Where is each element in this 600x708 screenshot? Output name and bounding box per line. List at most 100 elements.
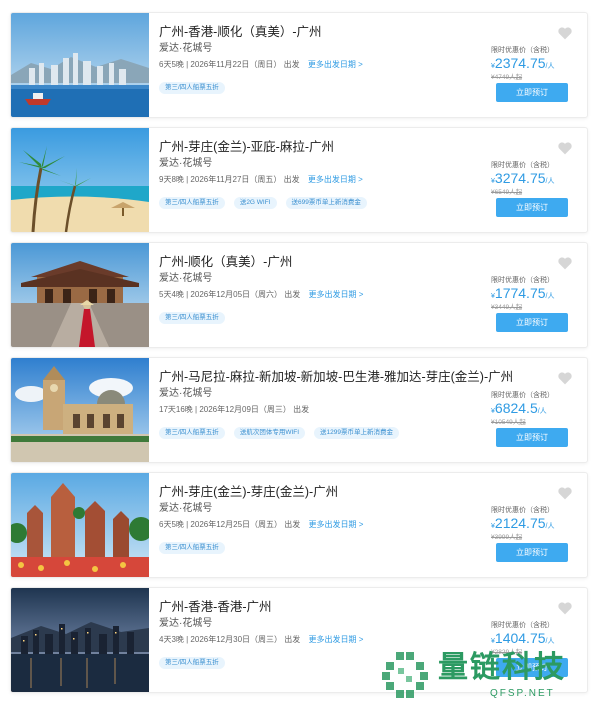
heart-icon[interactable]	[558, 372, 572, 385]
tag-list: 第三/四人船票五折 送航次团体专用WIFI 送1299票币单上新消费金	[159, 421, 459, 439]
heart-icon[interactable]	[558, 27, 572, 40]
promo-tag: 第三/四人船票五折	[159, 82, 225, 94]
schedule-text: 5天4晚 | 2026年12月05日（周六）	[159, 290, 283, 299]
heart-icon[interactable]	[558, 257, 572, 270]
cruise-card[interactable]: 广州-芽庄(金兰)-亚庇-麻拉-广州 爱达·花城号 9天8晚 | 2026年11…	[10, 127, 588, 233]
promo-tag: 送699票币单上新消费金	[285, 197, 367, 209]
cruise-card[interactable]: 广州-马尼拉-麻拉-新加坡-新加坡-巴生港-雅加达-芽庄(金兰)-广州 爱达·花…	[10, 357, 588, 463]
price-amount: 1404.75	[494, 630, 546, 646]
cruise-image-hongkong-harbour[interactable]	[11, 13, 149, 117]
depart-label: 出发	[283, 175, 300, 184]
schedule-line: 4天3晚 | 2026年12月30日（周三） 出发 更多出发日期 >	[159, 635, 459, 645]
price-box: 限时优惠价（含税） ¥6824.5/人 ¥10549人起	[491, 391, 567, 427]
heart-icon[interactable]	[558, 487, 572, 500]
more-dates-link[interactable]: 更多出发日期 >	[308, 175, 363, 184]
heart-icon[interactable]	[558, 142, 572, 155]
original-price: ¥4749人起	[491, 74, 523, 81]
price-amount: 2124.75	[494, 515, 546, 531]
watermark: 量链科技 QFSP.NET	[380, 650, 590, 700]
original-price: ¥10549人起	[491, 419, 526, 426]
more-dates-link[interactable]: 更多出发日期 >	[308, 635, 363, 644]
cruise-image-nhatrang-temple[interactable]	[11, 473, 149, 577]
price-box: 限时优惠价（含税） ¥1774.75/人 ¥3449人起	[491, 276, 567, 312]
tag-list: 第三/四人船票五折	[159, 536, 459, 554]
promo-tag: 第三/四人船票五折	[159, 197, 225, 209]
watermark-text: 量链科技	[438, 651, 566, 684]
schedule-line: 17天16晚 | 2026年12月09日（周三） 出发	[159, 405, 459, 415]
cruise-card[interactable]: 广州-顺化（真美）-广州 爱达·花城号 5天4晚 | 2026年12月05日（周…	[10, 242, 588, 348]
ship-name: 爱达·花城号	[159, 158, 213, 169]
book-now-button[interactable]: 立即预订	[496, 198, 568, 217]
ship-name: 爱达·花城号	[159, 618, 213, 629]
cruise-card[interactable]: 广州-芽庄(金兰)-芽庄(金兰)-广州 爱达·花城号 6天5晚 | 2026年1…	[10, 472, 588, 578]
ship-name: 爱达·花城号	[159, 503, 213, 514]
cruise-list: 广州-香港-顺化（真美）-广州 爱达·花城号 6天5晚 | 2026年11月22…	[10, 12, 588, 702]
ship-name: 爱达·花城号	[159, 273, 213, 284]
promo-tag: 送1299票币单上新消费金	[314, 427, 399, 439]
cruise-image-hongkong-night[interactable]	[11, 588, 149, 692]
schedule-text: 6天5晚 | 2026年11月22日（周日）	[159, 60, 282, 69]
cruise-image-tropical-beach[interactable]	[11, 128, 149, 232]
price-amount: 2374.75	[494, 55, 546, 71]
cruise-title[interactable]: 广州-香港-顺化（真美）-广州	[159, 25, 459, 40]
depart-label: 出发	[283, 60, 300, 69]
schedule-text: 4天3晚 | 2026年12月30日（周三）	[159, 635, 283, 644]
more-dates-link[interactable]: 更多出发日期 >	[308, 290, 363, 299]
watermark-domain: QFSP.NET	[490, 688, 555, 699]
price-amount: 1774.75	[494, 285, 546, 301]
cruise-image-manila-cathedral[interactable]	[11, 358, 149, 462]
tag-list: 第三/四人船票五折	[159, 306, 459, 324]
price: ¥1404.75/人	[491, 630, 555, 646]
schedule-line: 9天8晚 | 2026年11月27日（周五） 出发 更多出发日期 >	[159, 175, 459, 185]
cruise-title[interactable]: 广州-芽庄(金兰)-芽庄(金兰)-广州	[159, 485, 459, 500]
price: ¥3274.75/人	[491, 170, 555, 186]
price: ¥2374.75/人	[491, 55, 555, 71]
price-label: 限时优惠价（含税）	[491, 507, 554, 514]
price: ¥1774.75/人	[491, 285, 555, 301]
tag-list: 第三/四人船票五折 送2G WIFI 送699票币单上新消费金	[159, 191, 459, 209]
price-amount: 6824.5	[494, 400, 538, 416]
book-now-button[interactable]: 立即预订	[496, 543, 568, 562]
promo-tag: 第三/四人船票五折	[159, 657, 225, 669]
price-amount: 3274.75	[494, 170, 546, 186]
more-dates-link[interactable]: 更多出发日期 >	[308, 60, 363, 69]
schedule-text: 6天5晚 | 2026年12月25日（周五）	[159, 520, 283, 529]
cruise-title[interactable]: 广州-马尼拉-麻拉-新加坡-新加坡-巴生港-雅加达-芽庄(金兰)-广州	[159, 370, 513, 385]
price-box: 限时优惠价（含税） ¥3274.75/人 ¥6549人起	[491, 161, 567, 197]
promo-tag: 第三/四人船票五折	[159, 312, 225, 324]
price-label: 限时优惠价（含税）	[491, 622, 554, 629]
original-price: ¥6549人起	[491, 189, 523, 196]
tag-list: 第三/四人船票五折	[159, 76, 459, 94]
heart-icon[interactable]	[558, 602, 572, 615]
price: ¥6824.5/人	[491, 400, 547, 416]
more-dates-link[interactable]: 更多出发日期 >	[308, 520, 363, 529]
ship-name: 爱达·花城号	[159, 388, 213, 399]
price-box: 限时优惠价（含税） ¥2374.75/人 ¥4749人起	[491, 46, 567, 82]
schedule-line: 6天5晚 | 2026年11月22日（周日） 出发 更多出发日期 >	[159, 60, 459, 70]
cruise-title[interactable]: 广州-香港-香港-广州	[159, 600, 459, 615]
schedule-line: 6天5晚 | 2026年12月25日（周五） 出发 更多出发日期 >	[159, 520, 459, 530]
book-now-button[interactable]: 立即预订	[496, 313, 568, 332]
promo-tag: 送2G WIFI	[233, 197, 277, 209]
book-now-button[interactable]: 立即预订	[496, 83, 568, 102]
promo-tag: 第三/四人船票五折	[159, 542, 225, 554]
watermark-logo-icon	[382, 652, 428, 698]
price-box: 限时优惠价（含税） ¥2124.75/人 ¥3999人起	[491, 506, 567, 542]
promo-tag: 第三/四人船票五折	[159, 427, 225, 439]
price-label: 限时优惠价（含税）	[491, 392, 554, 399]
price-label: 限时优惠价（含税）	[491, 277, 554, 284]
price-label: 限时优惠价（含税）	[491, 47, 554, 54]
cruise-image-hue-citadel[interactable]	[11, 243, 149, 347]
original-price: ¥3449人起	[491, 304, 523, 311]
cruise-title[interactable]: 广州-芽庄(金兰)-亚庇-麻拉-广州	[159, 140, 459, 155]
schedule-line: 5天4晚 | 2026年12月05日（周六） 出发 更多出发日期 >	[159, 290, 459, 300]
cruise-title[interactable]: 广州-顺化（真美）-广州	[159, 255, 459, 270]
depart-label: 出发	[284, 520, 301, 529]
price: ¥2124.75/人	[491, 515, 555, 531]
book-now-button[interactable]: 立即预订	[496, 428, 568, 447]
price-label: 限时优惠价（含税）	[491, 162, 554, 169]
depart-label: 出发	[284, 635, 301, 644]
original-price: ¥3999人起	[491, 534, 523, 541]
depart-label: 出发	[293, 405, 310, 414]
cruise-card[interactable]: 广州-香港-顺化（真美）-广州 爱达·花城号 6天5晚 | 2026年11月22…	[10, 12, 588, 118]
